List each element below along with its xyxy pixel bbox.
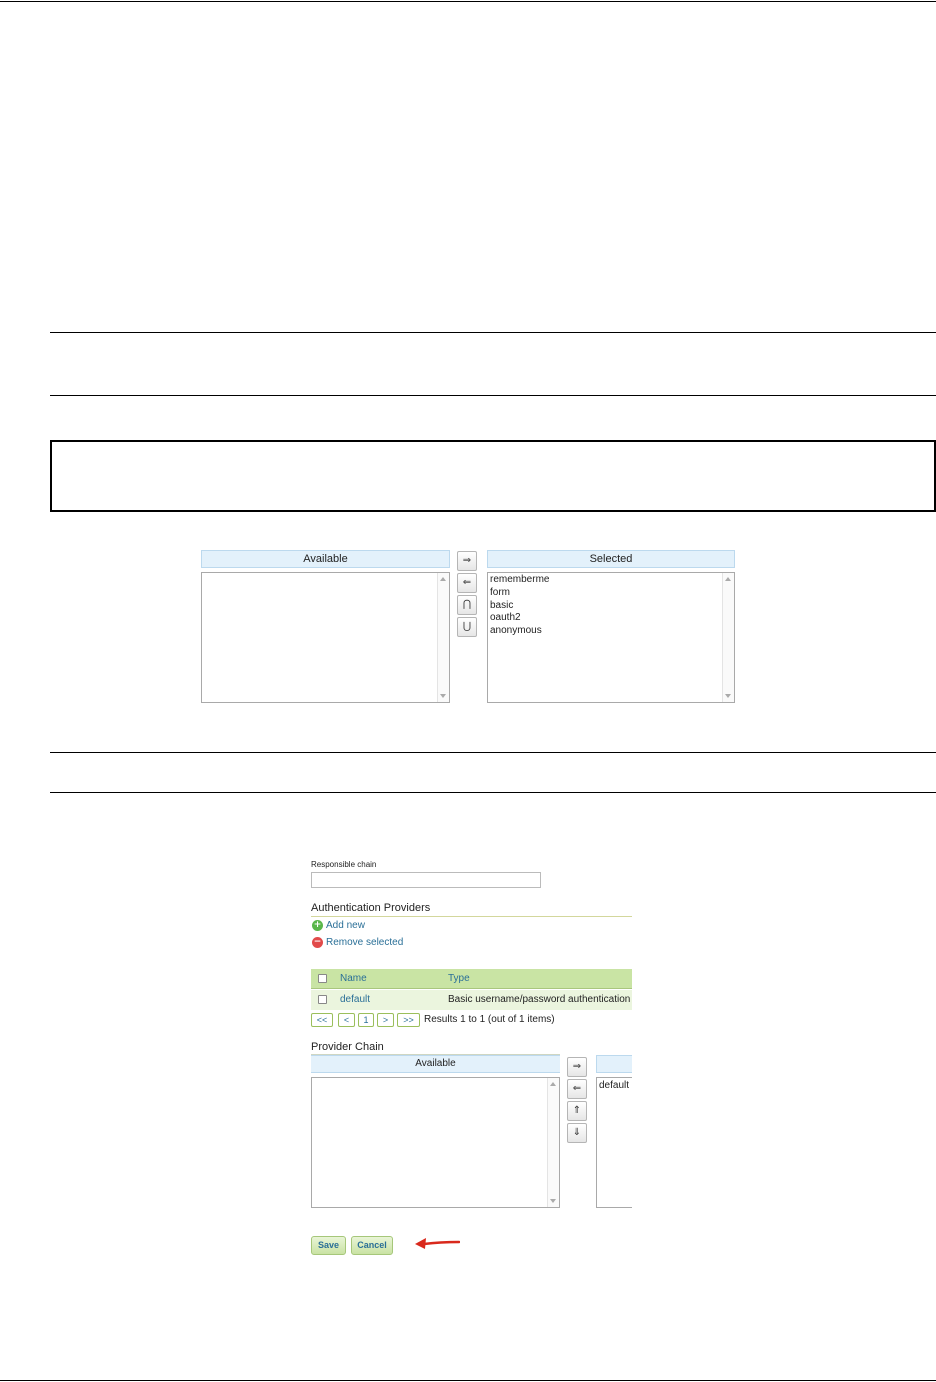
provider-name-link[interactable]: default xyxy=(340,994,370,1005)
heading-underline xyxy=(311,916,632,917)
last-page-button[interactable]: >> xyxy=(397,1013,420,1027)
section-rule-4 xyxy=(50,792,936,793)
provider-move-left-button[interactable]: ⇐ xyxy=(567,1079,587,1099)
provider-available-scrollbar[interactable] xyxy=(547,1078,559,1207)
list-item[interactable]: oauth2 xyxy=(488,612,734,625)
page-1-button[interactable]: 1 xyxy=(358,1013,374,1027)
provider-type: Basic username/password authentication xyxy=(448,994,631,1005)
annotation-arrow-icon xyxy=(415,1238,460,1249)
providers-table-header: Name Type xyxy=(311,969,632,989)
provider-move-up-button[interactable]: ⇑ xyxy=(567,1101,587,1121)
select-all-checkbox[interactable] xyxy=(318,974,327,983)
available-list-scrollbar[interactable] xyxy=(437,573,449,702)
list-item[interactable]: anonymous xyxy=(488,625,734,638)
available-list-header: Available xyxy=(201,550,450,568)
table-row: default Basic username/password authenti… xyxy=(311,990,632,1010)
move-up-button[interactable]: ⋂ xyxy=(457,595,477,615)
add-new-link[interactable]: + Add new xyxy=(312,920,365,931)
next-page-button[interactable]: > xyxy=(377,1013,394,1027)
section-rule-2 xyxy=(50,395,936,396)
results-summary: Results 1 to 1 (out of 1 items) xyxy=(424,1014,555,1025)
section-rule-3 xyxy=(50,752,936,753)
provider-selected-list[interactable]: default xyxy=(596,1077,632,1208)
prev-page-button[interactable]: < xyxy=(338,1013,355,1027)
available-filters-list[interactable] xyxy=(201,572,450,703)
selected-filters-list[interactable]: rememberme form basic oauth2 anonymous xyxy=(487,572,735,703)
code-listing-box xyxy=(50,440,936,512)
provider-move-down-button[interactable]: ⇓ xyxy=(567,1123,587,1143)
provider-available-list[interactable] xyxy=(311,1077,560,1208)
remove-selected-label: Remove selected xyxy=(326,937,404,948)
row-checkbox[interactable] xyxy=(318,995,327,1004)
list-item[interactable]: basic xyxy=(488,600,734,613)
move-right-button[interactable]: ⇒ xyxy=(457,551,477,571)
provider-available-header: Available xyxy=(311,1055,560,1073)
list-item[interactable]: rememberme xyxy=(488,574,734,587)
move-down-button[interactable]: ⋃ xyxy=(457,617,477,637)
column-name-header[interactable]: Name xyxy=(340,973,367,984)
add-new-label: Add new xyxy=(326,920,365,931)
move-left-button[interactable]: ⇐ xyxy=(457,573,477,593)
auth-providers-heading: Authentication Providers xyxy=(311,902,431,914)
responsible-chain-label: Responsible chain xyxy=(311,860,377,869)
remove-icon: − xyxy=(312,937,323,948)
provider-selected-header xyxy=(596,1055,632,1073)
remove-selected-link[interactable]: − Remove selected xyxy=(312,937,403,948)
section-rule-1 xyxy=(50,332,936,333)
selected-list-header: Selected xyxy=(487,550,735,568)
cancel-button[interactable]: Cancel xyxy=(351,1236,393,1255)
column-type-header[interactable]: Type xyxy=(448,973,470,984)
selected-list-scrollbar[interactable] xyxy=(722,573,734,702)
first-page-button[interactable]: << xyxy=(311,1013,333,1027)
list-item[interactable]: form xyxy=(488,587,734,600)
page-bottom-rule xyxy=(0,1380,936,1381)
page-top-rule xyxy=(0,1,936,2)
provider-move-right-button[interactable]: ⇒ xyxy=(567,1057,587,1077)
add-icon: + xyxy=(312,920,323,931)
provider-chain-heading: Provider Chain xyxy=(311,1041,384,1053)
save-button[interactable]: Save xyxy=(311,1236,346,1255)
responsible-chain-input[interactable] xyxy=(311,872,541,888)
list-item[interactable]: default xyxy=(597,1080,632,1093)
